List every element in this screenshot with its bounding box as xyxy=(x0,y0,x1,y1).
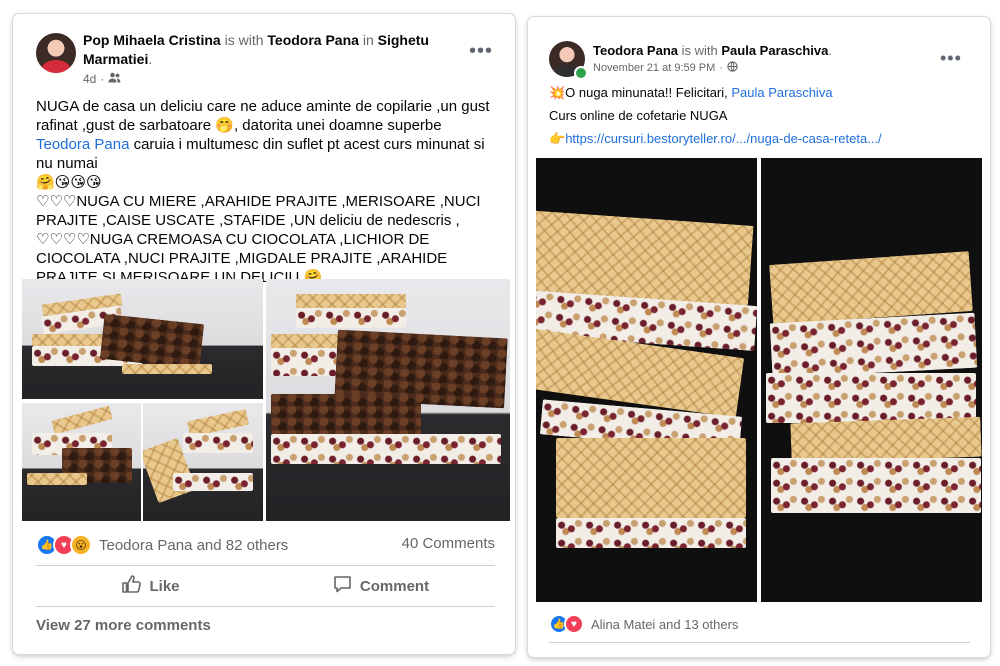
meta-dot: · xyxy=(719,62,723,74)
divider xyxy=(36,606,495,607)
wafer-layer xyxy=(27,473,87,485)
with-text: is with xyxy=(681,43,718,58)
post-card-2: Teodora Pana is with Paula Paraschiva. N… xyxy=(528,17,990,657)
post-time[interactable]: 4d xyxy=(83,72,96,86)
comment-bubble-icon xyxy=(333,575,352,597)
post-header: Teodora Pana is with Paula Paraschiva. xyxy=(593,41,953,60)
with-text: is with xyxy=(224,32,264,48)
photo-1[interactable] xyxy=(536,158,757,602)
reactions-text: Alina Matei and 13 others xyxy=(591,616,739,632)
post-body: NUGA de casa un deliciu care ne aduce am… xyxy=(36,97,498,287)
photo-4[interactable] xyxy=(266,279,510,521)
like-button[interactable]: Like xyxy=(36,571,266,601)
filling-layer xyxy=(769,312,978,379)
post-text-1: 💥O nuga minunata!! Felicitari, xyxy=(549,85,732,100)
friends-icon[interactable] xyxy=(108,72,121,86)
chocolate-layer xyxy=(271,394,421,434)
love-reaction-icon: ♥ xyxy=(564,614,584,634)
post-meta: 4d · xyxy=(83,72,121,86)
meta-dot: · xyxy=(100,72,105,86)
filling-layer xyxy=(183,433,253,453)
wafer-layer xyxy=(122,364,212,374)
post-meta: November 21 at 9:59 PM · xyxy=(593,61,738,75)
filling-layer xyxy=(173,473,253,491)
period: . xyxy=(828,43,832,58)
more-options-icon[interactable]: ••• xyxy=(940,49,962,67)
post-body: 💥O nuga minunata!! Felicitari, Paula Par… xyxy=(549,83,974,149)
post-text-1a: NUGA de casa un deliciu care ne aduce am… xyxy=(36,98,490,134)
course-url-link[interactable]: https://cursuri.bestoryteller.ro/.../nug… xyxy=(565,131,881,146)
photo-2[interactable] xyxy=(761,158,982,602)
in-text: in xyxy=(362,32,374,48)
divider xyxy=(36,565,495,566)
post-header: Pop Mihaela Cristina is with Teodora Pan… xyxy=(83,31,463,69)
tagged-link[interactable]: Teodora Pana xyxy=(36,136,129,153)
wafer-layer xyxy=(536,210,754,306)
period: . xyxy=(148,51,153,67)
wafer-layer xyxy=(296,294,406,308)
wow-reaction-icon: 😮 xyxy=(70,534,92,556)
filling-layer xyxy=(296,308,406,328)
comments-count[interactable]: 40 Comments xyxy=(402,535,495,552)
post-line-3: 👉https://cursuri.bestoryteller.ro/.../nu… xyxy=(549,129,974,149)
tagged-link[interactable]: Paula Paraschiva xyxy=(731,85,832,100)
post-card-1: Pop Mihaela Cristina is with Teodora Pan… xyxy=(13,14,515,654)
emoji-line: 🤗😘😘😘 xyxy=(36,174,102,191)
photo-1[interactable] xyxy=(22,279,263,399)
photo-3[interactable] xyxy=(143,403,263,521)
post-time[interactable]: November 21 at 9:59 PM xyxy=(593,62,715,74)
filling-layer xyxy=(556,518,746,548)
post-line-1: 💥O nuga minunata!! Felicitari, Paula Par… xyxy=(549,83,974,103)
more-options-icon[interactable]: ••• xyxy=(469,41,493,61)
avatar[interactable] xyxy=(36,33,76,73)
reactions-text: Teodora Pana and 82 others xyxy=(99,536,289,554)
online-status-dot xyxy=(574,66,588,80)
wafer-layer xyxy=(556,438,746,518)
reactions-summary[interactable]: 👍 ♥ Alina Matei and 13 others xyxy=(549,614,738,634)
filling-layer xyxy=(766,373,976,423)
post-line-2: Curs online de cofetarie NUGA xyxy=(549,108,728,123)
divider xyxy=(549,642,970,643)
globe-icon[interactable] xyxy=(727,61,738,75)
post-paragraph-1: NUGA de casa un deliciu care ne aduce am… xyxy=(36,97,498,173)
comment-button[interactable]: Comment xyxy=(266,571,496,601)
wafer-layer xyxy=(51,405,113,435)
reactions-summary[interactable]: 👍 ♥ 😮 Teodora Pana and 82 others xyxy=(36,534,288,556)
photo-2[interactable] xyxy=(22,403,141,521)
author-name[interactable]: Teodora Pana xyxy=(593,43,678,58)
wafer-layer xyxy=(790,416,982,464)
author-name[interactable]: Pop Mihaela Cristina xyxy=(83,32,221,48)
like-label: Like xyxy=(149,577,180,595)
filling-layer xyxy=(771,458,981,513)
tagged-name[interactable]: Paula Paraschiva xyxy=(721,43,828,58)
filling-layer xyxy=(271,434,501,464)
pointing-hand-icon: 👉 xyxy=(549,131,566,146)
tagged-name[interactable]: Teodora Pana xyxy=(267,32,359,48)
comment-label: Comment xyxy=(359,577,430,595)
thumbs-up-icon xyxy=(122,575,142,597)
view-more-comments[interactable]: View 27 more comments xyxy=(36,617,211,634)
post-paragraph-2: ♡♡♡NUGA CU MIERE ,ARAHIDE PRAJITE ,MERIS… xyxy=(36,193,481,229)
